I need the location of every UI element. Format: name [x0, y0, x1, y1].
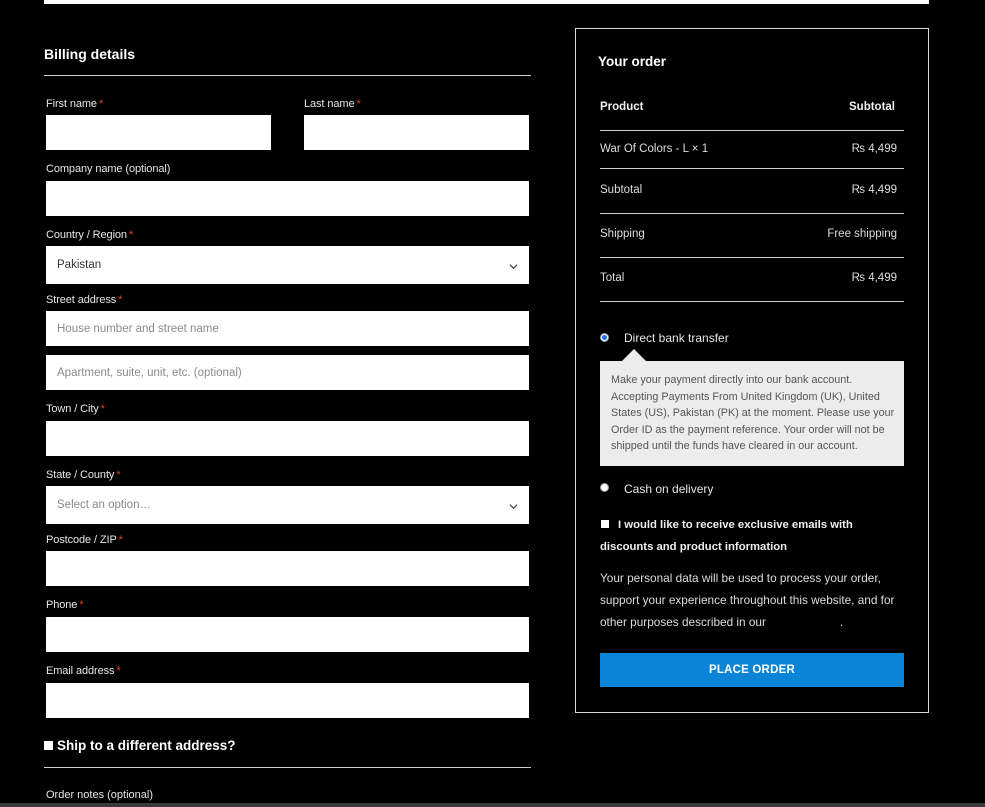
- street2-placeholder: Apartment, suite, unit, etc. (optional): [57, 366, 242, 379]
- table-row-total-value: ₨ 4,499: [851, 272, 897, 284]
- chevron-down-icon: [509, 504, 518, 510]
- required-mark: *: [118, 294, 123, 306]
- street-label: Street address *: [46, 294, 123, 306]
- cash-on-delivery-label[interactable]: Cash on delivery: [624, 482, 713, 496]
- divider: [44, 75, 531, 76]
- country-label: Country / Region *: [46, 229, 134, 241]
- table-header-product: Product: [600, 101, 644, 113]
- last-name-label: Last name *: [304, 98, 361, 110]
- required-mark: *: [116, 469, 121, 481]
- company-input[interactable]: [46, 181, 529, 216]
- first-name-input[interactable]: [46, 115, 271, 150]
- required-mark: *: [79, 599, 84, 611]
- city-label: Town / City *: [46, 403, 105, 415]
- city-input[interactable]: [46, 421, 529, 456]
- email-label: Email address *: [46, 665, 121, 677]
- description-pointer: [622, 349, 646, 361]
- table-rule: [600, 257, 904, 258]
- postcode-input[interactable]: [46, 551, 529, 586]
- billing-title: Billing details: [44, 46, 136, 62]
- street-address-input[interactable]: House number and street name: [46, 311, 529, 346]
- table-row-subtotal: Subtotal: [600, 184, 643, 196]
- postcode-label: Postcode / ZIP *: [46, 534, 123, 546]
- privacy-notice: Your personal data will be used to proce…: [600, 571, 895, 629]
- table-row-product: War Of Colors - L × 1: [600, 143, 709, 155]
- state-placeholder: Select an option…: [57, 499, 151, 511]
- required-mark: *: [356, 98, 361, 110]
- ship-different-label[interactable]: Ship to a different address?: [57, 738, 236, 753]
- street-placeholder: House number and street name: [57, 322, 219, 335]
- table-row-product-price: ₨ 4,499: [851, 143, 897, 155]
- bank-transfer-description: Make your payment directly into our bank…: [611, 374, 895, 452]
- cash-on-delivery-radio[interactable]: [600, 483, 609, 492]
- chevron-down-icon: [509, 264, 518, 270]
- country-select[interactable]: Pakistan: [46, 246, 529, 284]
- state-label: State / County *: [46, 469, 121, 481]
- order-notes-label: Order notes (optional): [46, 789, 153, 801]
- phone-label: Phone *: [46, 599, 84, 611]
- table-rule: [600, 213, 904, 214]
- table-rule: [600, 301, 904, 302]
- email-input[interactable]: [46, 683, 529, 718]
- required-mark: *: [100, 403, 105, 415]
- table-row-subtotal-value: ₨ 4,499: [851, 184, 897, 196]
- bank-transfer-label[interactable]: Direct bank transfer: [624, 331, 729, 345]
- page-bottom-edge: [0, 803, 985, 807]
- table-rule: [600, 130, 904, 131]
- table-row-shipping-value: Free shipping: [827, 228, 897, 240]
- required-mark: *: [98, 98, 104, 110]
- required-mark: *: [118, 534, 123, 546]
- marketing-consent-label[interactable]: I would like to receive exclusive emails…: [600, 514, 904, 558]
- ship-different-checkbox[interactable]: [44, 741, 53, 750]
- table-header-subtotal: Subtotal: [849, 101, 895, 113]
- divider: [44, 767, 531, 768]
- bank-transfer-radio[interactable]: [600, 333, 609, 342]
- table-row-total: Total: [600, 272, 625, 284]
- phone-input[interactable]: [46, 617, 529, 652]
- header-strip: [44, 0, 929, 4]
- last-name-input[interactable]: [304, 115, 529, 150]
- required-mark: *: [128, 229, 134, 241]
- required-mark: *: [116, 665, 121, 677]
- street-address-2-input[interactable]: Apartment, suite, unit, etc. (optional): [46, 355, 529, 390]
- table-rule: [600, 168, 904, 169]
- first-name-label: First name *: [46, 98, 104, 110]
- country-value: Pakistan: [57, 259, 102, 271]
- place-order-button[interactable]: PLACE ORDER: [600, 653, 904, 687]
- order-title: Your order: [598, 54, 667, 69]
- company-label: Company name (optional): [46, 163, 171, 175]
- table-row-shipping: Shipping: [600, 228, 645, 240]
- state-select[interactable]: Select an option…: [46, 486, 529, 524]
